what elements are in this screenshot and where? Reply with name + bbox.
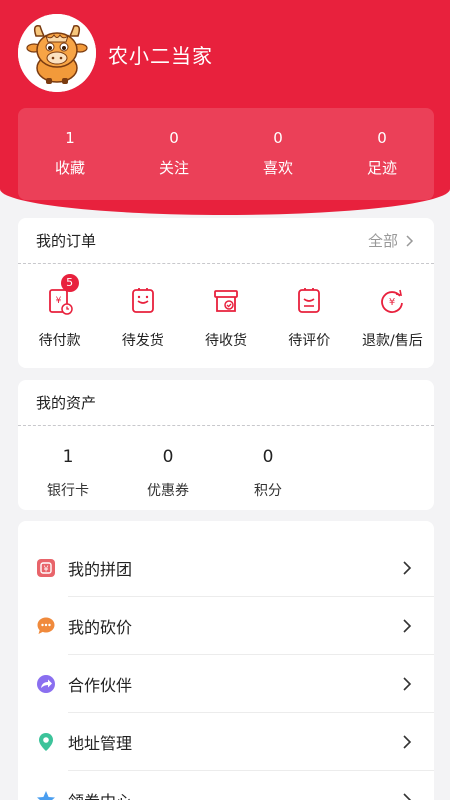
order-pending-shipment[interactable]: 待发货	[101, 264, 184, 366]
chevron-right-icon	[403, 561, 412, 575]
assets-row: 1 银行卡 0 优惠券 0 积分	[18, 426, 434, 510]
menu-label: 领券中心	[68, 788, 132, 800]
asset-bank-card[interactable]: 1 银行卡	[18, 426, 118, 510]
menu-item-group-buy[interactable]: ¥ 我的拼团	[18, 539, 434, 597]
order-pending-payment[interactable]: ¥ 5 待付款	[18, 264, 101, 366]
asset-value: 1	[62, 447, 74, 467]
asset-label: 银行卡	[47, 483, 89, 499]
orders-all-link[interactable]: 全部	[368, 230, 416, 251]
chevron-right-icon	[406, 234, 414, 247]
order-refund[interactable]: ¥ 退款/售后	[351, 264, 434, 366]
orders-header: 我的订单 全部	[18, 218, 434, 264]
stat-label: 足迹	[366, 159, 397, 177]
order-pending-receipt[interactable]: 待收货	[184, 264, 267, 366]
bargain-chat-icon	[37, 617, 55, 634]
assets-header: 我的资产	[18, 380, 434, 426]
chevron-right-icon	[403, 619, 412, 633]
pending-receipt-icon	[214, 290, 238, 312]
stat-label: 关注	[158, 159, 189, 177]
asset-coupons[interactable]: 0 优惠券	[118, 426, 218, 510]
order-pending-review[interactable]: 待评价	[268, 264, 351, 366]
stat-favorites[interactable]: 1 收藏	[18, 108, 122, 200]
menu-label: 合作伙伴	[68, 676, 133, 695]
menu-item-address[interactable]: 地址管理	[18, 713, 434, 771]
stat-likes[interactable]: 0 喜欢	[226, 108, 330, 200]
refund-icon: ¥	[381, 289, 404, 313]
orders-row: ¥ 5 待付款 待发货 待收货 待评价 ¥ 退款/售后	[18, 264, 434, 366]
stat-count: 1	[65, 129, 75, 147]
asset-value: 0	[162, 447, 174, 467]
stat-history[interactable]: 0 足迹	[330, 108, 434, 200]
menu-label: 我的拼团	[68, 560, 133, 579]
order-label: 待评价	[288, 333, 331, 349]
menu-label: 我的砍价	[68, 618, 133, 637]
menu-item-bargain[interactable]: 我的砍价	[18, 597, 434, 655]
asset-label: 优惠券	[147, 483, 189, 499]
menu-item-coupon-center[interactable]: 领券中心	[18, 771, 434, 800]
stat-count: 0	[169, 129, 179, 147]
menu-label: 地址管理	[68, 734, 133, 753]
pending-payment-badge: 5	[60, 274, 79, 292]
partner-share-icon	[37, 675, 55, 693]
orders-all-label: 全部	[367, 232, 398, 250]
assets-card: 我的资产 1 银行卡 0 优惠券 0 积分	[18, 380, 434, 510]
chevron-right-icon	[403, 735, 412, 749]
order-label: 待收货	[205, 333, 247, 349]
order-label: 待付款	[38, 333, 81, 349]
stat-following[interactable]: 0 关注	[122, 108, 226, 200]
cow-mascot-icon	[18, 14, 96, 92]
order-label: 退款/售后	[362, 333, 423, 349]
asset-points[interactable]: 0 积分	[218, 426, 318, 510]
group-buy-icon: ¥	[37, 559, 55, 577]
coupon-star-icon	[37, 791, 55, 800]
svg-text:¥: ¥	[55, 296, 61, 306]
menu-item-partners[interactable]: 合作伙伴	[18, 655, 434, 713]
assets-title: 我的资产	[36, 394, 97, 412]
stat-label: 收藏	[54, 159, 85, 177]
avatar[interactable]	[18, 14, 96, 92]
asset-value: 0	[262, 447, 274, 467]
service-menu: ¥ 我的拼团 我的砍价 合作伙伴 地址管理	[18, 521, 434, 800]
username: 农小二当家	[108, 44, 213, 68]
chevron-right-icon	[403, 793, 412, 800]
pending-shipment-icon	[131, 288, 154, 313]
stat-count: 0	[377, 129, 387, 147]
stats-bar: 1 收藏 0 关注 0 喜欢 0 足迹	[18, 108, 434, 200]
chevron-right-icon	[403, 677, 412, 691]
asset-label: 积分	[254, 483, 282, 499]
svg-text:¥: ¥	[389, 297, 395, 308]
stat-label: 喜欢	[262, 159, 293, 177]
stat-count: 0	[273, 129, 283, 147]
location-pin-icon	[39, 733, 53, 751]
svg-text:¥: ¥	[43, 565, 48, 574]
order-label: 待发货	[121, 333, 164, 349]
orders-card: 我的订单 全部 ¥ 5 待付款 待发货 待收货 待评价 ¥ 退款/售后	[18, 218, 434, 368]
orders-title: 我的订单	[36, 232, 97, 250]
pending-review-icon	[298, 288, 321, 313]
